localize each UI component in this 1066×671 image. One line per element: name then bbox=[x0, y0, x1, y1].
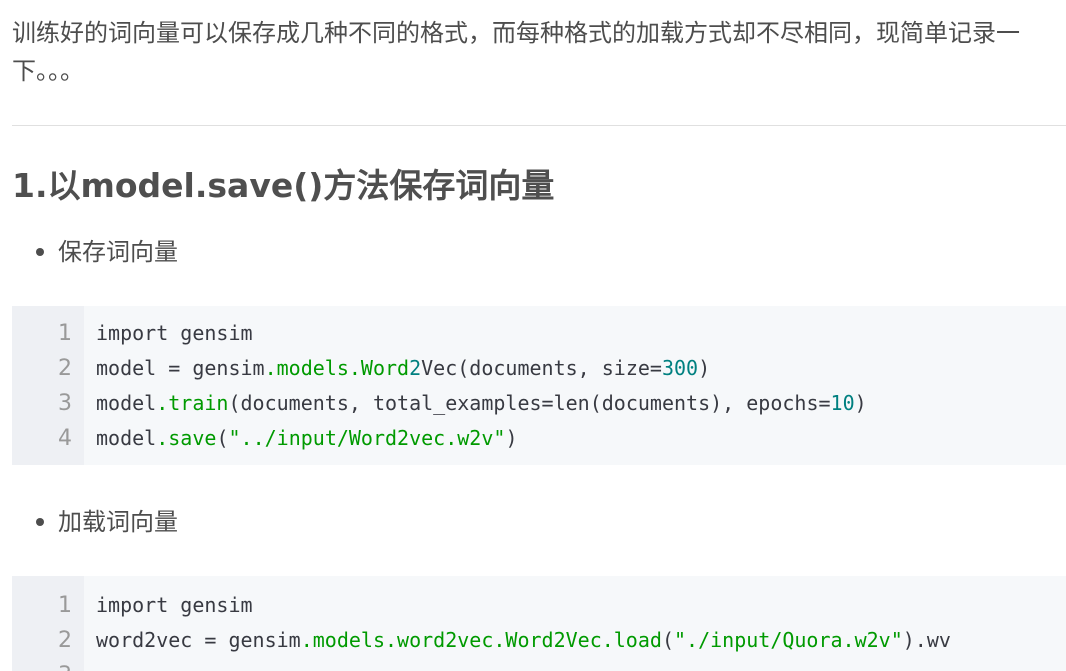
bullet-dot-icon bbox=[36, 248, 44, 256]
code-text: word2vec = gensim.models.word2vec.Word2V… bbox=[96, 623, 951, 658]
code-line: 1 import gensim bbox=[12, 588, 1066, 623]
code-token: ) bbox=[698, 356, 711, 380]
intro-paragraph: 训练好的词向量可以保存成几种不同的格式，而每种格式的加载方式却不尽相同，现简单记… bbox=[12, 14, 1052, 90]
code-token: ).wv bbox=[902, 628, 951, 652]
code-token: model bbox=[96, 391, 157, 415]
code-token: ) bbox=[854, 391, 867, 415]
code-token: 2 bbox=[409, 356, 422, 380]
line-number: 1 bbox=[58, 593, 72, 618]
bullet-save-vectors: 保存词向量 bbox=[36, 235, 178, 269]
code-block-save[interactable]: 1 import gensim 2 model = gensim.models.Wor… bbox=[12, 306, 1066, 465]
code-token: "../input/Word2vec.w2v" bbox=[228, 426, 506, 450]
code-token: Vec(documents, size= bbox=[421, 356, 662, 380]
code-text: model.train(documents, total_examples=le… bbox=[96, 386, 867, 421]
code-token: "./input/Quora.w2v" bbox=[673, 628, 903, 652]
code-token: .train bbox=[156, 391, 229, 415]
code-token: .models.Word bbox=[264, 356, 410, 380]
code-text: model.save("../input/Word2vec.w2v") bbox=[96, 421, 517, 456]
code-line: 3 bbox=[12, 658, 1066, 671]
line-number: 4 bbox=[58, 426, 72, 451]
bullet-label: 加载词向量 bbox=[58, 508, 178, 536]
code-token: ( bbox=[216, 426, 229, 450]
code-line: 2 word2vec = gensim.models.word2vec.Word2… bbox=[12, 623, 1066, 658]
bullet-dot-icon bbox=[36, 518, 44, 526]
code-text: model = gensim.models.Word2Vec(documents… bbox=[96, 351, 710, 386]
code-token: import gensim bbox=[96, 321, 253, 345]
code-text: import gensim bbox=[96, 588, 253, 623]
code-token: model = gensim bbox=[96, 356, 265, 380]
horizontal-divider bbox=[12, 125, 1066, 126]
code-line: 2 model = gensim.models.Word2Vec(document… bbox=[12, 351, 1066, 386]
intro-line-1: 训练好的词向量可以保存成几种不同的格式，而每种格式的加载方式却不尽相同，现简单记… bbox=[12, 19, 1020, 47]
code-token: import gensim bbox=[96, 593, 253, 617]
code-line: 4 model.save("../input/Word2vec.w2v") bbox=[12, 421, 1066, 456]
code-token: (documents, total_examples=len(documents… bbox=[228, 391, 831, 415]
bullet-label: 保存词向量 bbox=[58, 238, 178, 266]
code-token: model bbox=[96, 426, 157, 450]
section-heading: 1.以model.save()方法保存词向量 bbox=[12, 166, 555, 205]
code-token: 300 bbox=[661, 356, 699, 380]
code-token: 10 bbox=[830, 391, 855, 415]
intro-line-2: 下。。。 bbox=[12, 57, 84, 85]
code-token: ) bbox=[505, 426, 518, 450]
code-token: .models.word2vec.Word2Vec.load bbox=[300, 628, 662, 652]
code-line: 3 model.train(documents, total_examples=l… bbox=[12, 386, 1066, 421]
line-number: 1 bbox=[58, 321, 72, 346]
line-number: 2 bbox=[58, 628, 72, 653]
code-token: word2vec = gensim bbox=[96, 628, 301, 652]
code-block-load[interactable]: 1 import gensim 2 word2vec = gensim.models.… bbox=[12, 576, 1066, 671]
line-number: 2 bbox=[58, 356, 72, 381]
code-token: .save bbox=[156, 426, 217, 450]
code-line: 1 import gensim bbox=[12, 316, 1066, 351]
line-number: 3 bbox=[12, 658, 72, 671]
code-token: ( bbox=[661, 628, 674, 652]
code-text: import gensim bbox=[96, 316, 253, 351]
line-number: 3 bbox=[58, 391, 72, 416]
bullet-load-vectors: 加载词向量 bbox=[36, 505, 178, 539]
